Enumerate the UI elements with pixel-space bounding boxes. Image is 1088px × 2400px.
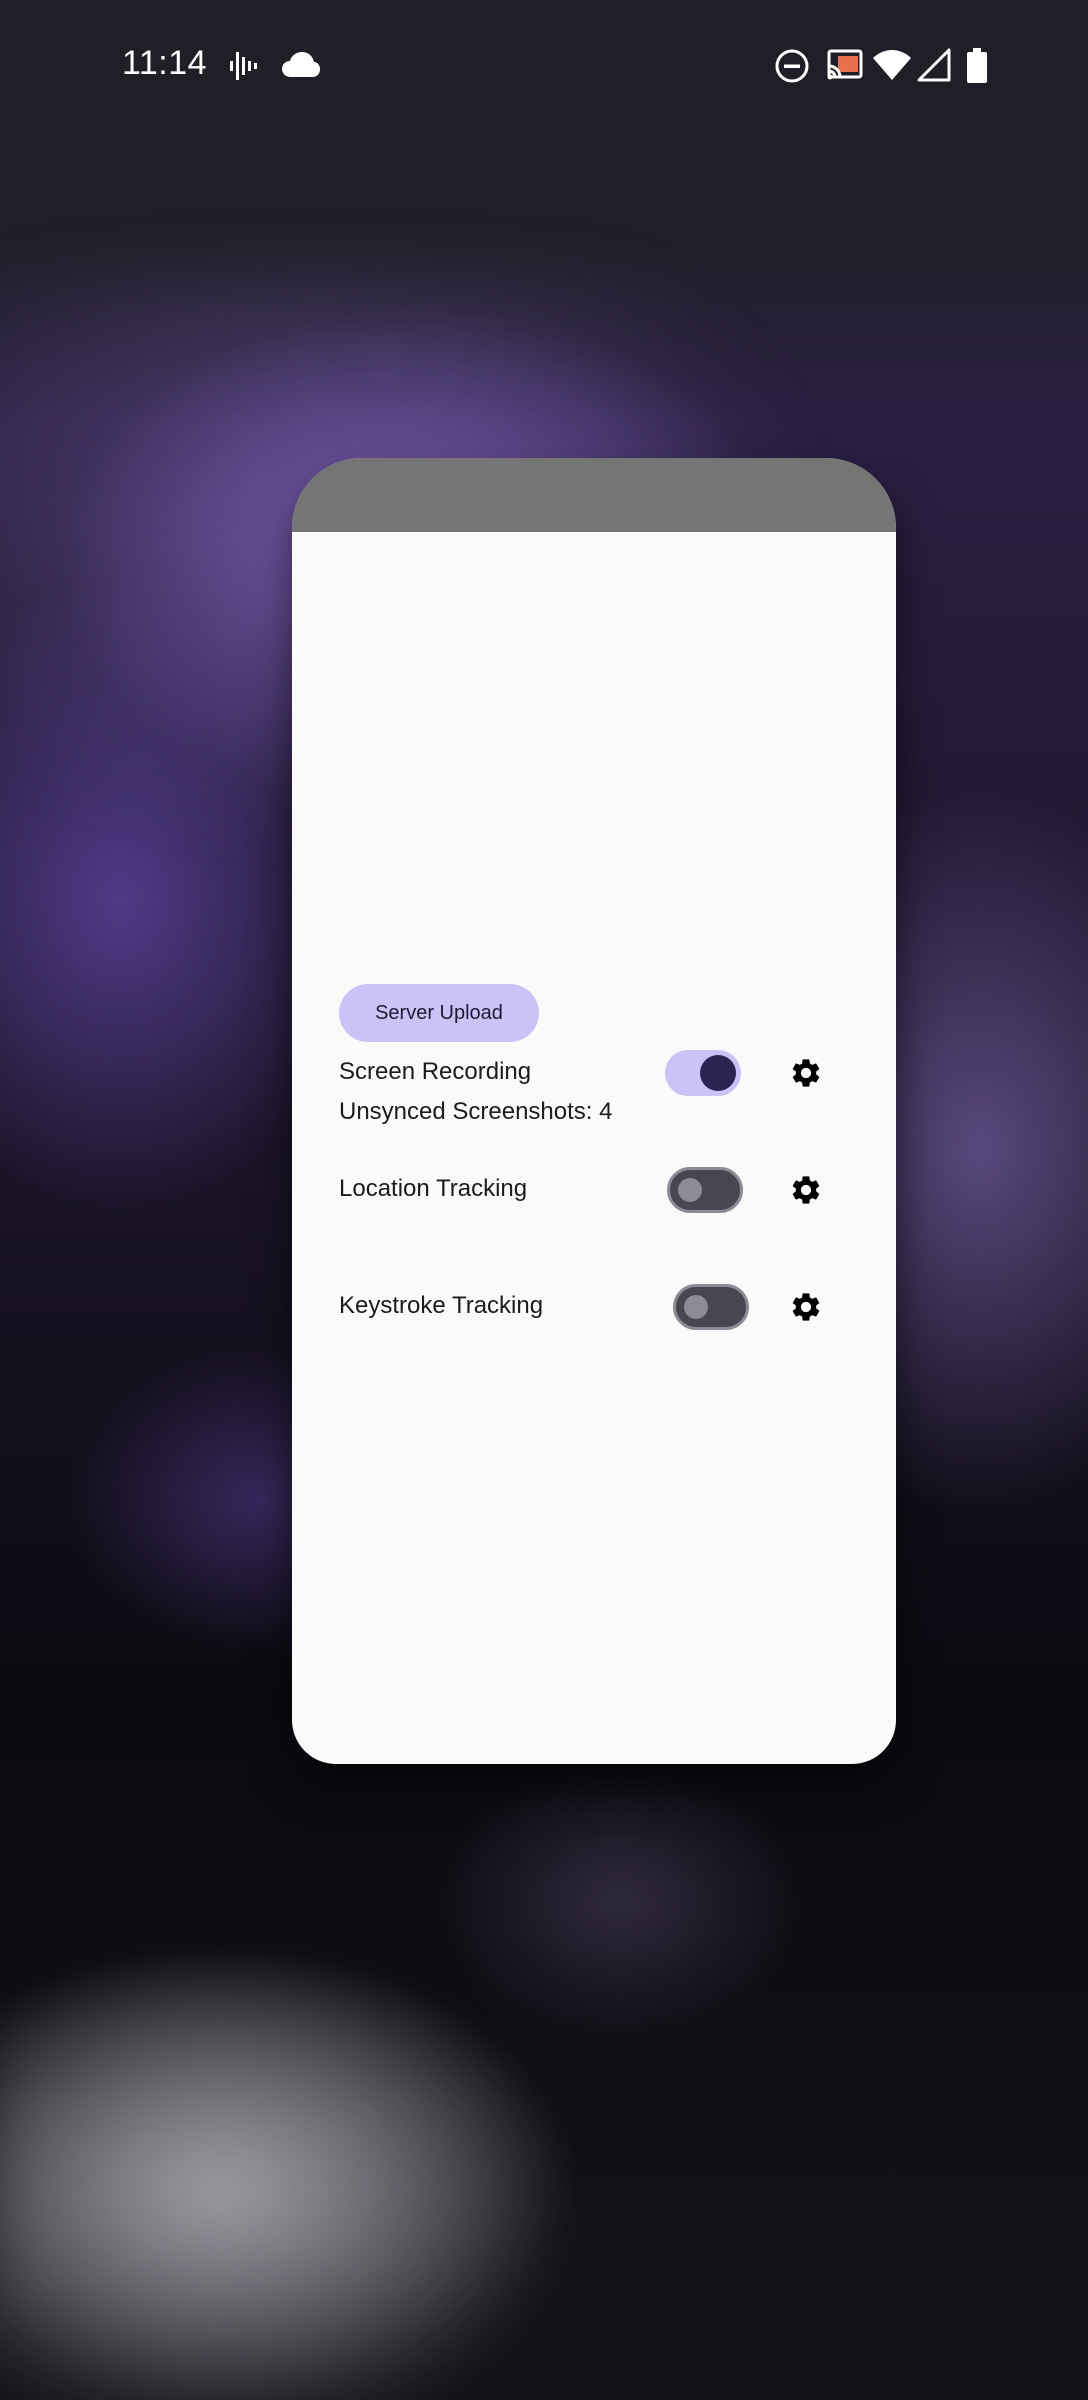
server-upload-button[interactable]: Server Upload	[339, 984, 539, 1042]
battery-icon	[967, 48, 987, 83]
cellular-signal-icon	[917, 48, 951, 82]
status-time: 11:14	[122, 44, 208, 82]
location-tracking-row: Location Tracking	[339, 1161, 859, 1221]
gear-icon[interactable]	[789, 1056, 823, 1090]
panel-header	[292, 458, 896, 532]
screen-recording-toggle[interactable]	[665, 1050, 741, 1096]
audio-waveform-icon	[230, 52, 257, 80]
screen-recording-row: Screen Recording	[339, 1044, 859, 1104]
location-tracking-toggle[interactable]	[667, 1167, 743, 1213]
status-bar: 11:14	[0, 0, 1088, 134]
keystroke-tracking-toggle[interactable]	[673, 1284, 749, 1330]
wifi-icon	[873, 50, 911, 80]
unsynced-screenshots-count: Unsynced Screenshots: 4	[339, 1098, 613, 1125]
location-tracking-label: Location Tracking	[339, 1175, 528, 1202]
cast-icon	[827, 49, 863, 80]
gear-icon[interactable]	[789, 1290, 823, 1324]
screen-recording-label: Screen Recording	[339, 1058, 532, 1085]
do-not-disturb-icon	[775, 49, 809, 83]
gear-icon[interactable]	[789, 1173, 823, 1207]
tracking-control-panel: Screen Recording Location Tracking Keyst…	[292, 458, 896, 1764]
cloud-icon	[282, 52, 320, 77]
keystroke-tracking-label: Keystroke Tracking	[339, 1292, 544, 1319]
toggle-thumb	[678, 1178, 702, 1202]
toggle-thumb	[700, 1055, 736, 1091]
toggle-thumb	[684, 1295, 708, 1319]
keystroke-tracking-row: Keystroke Tracking	[339, 1278, 859, 1338]
